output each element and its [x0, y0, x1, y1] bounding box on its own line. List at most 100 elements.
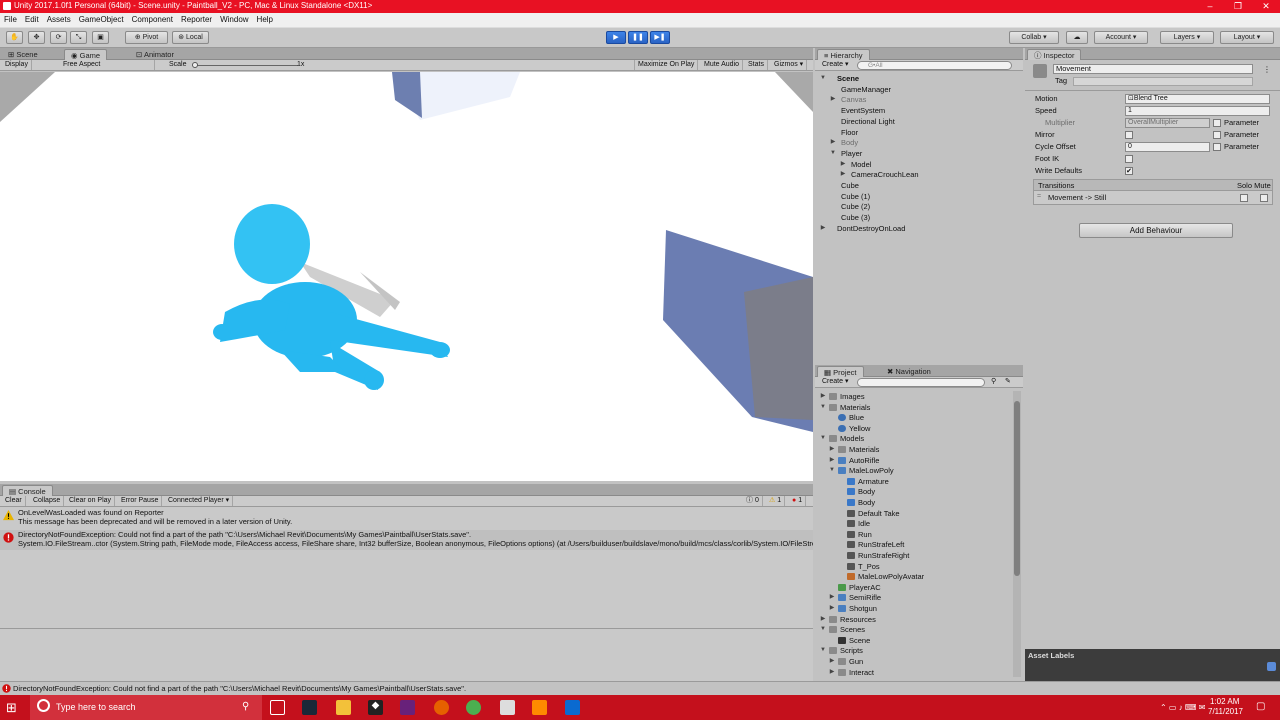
rotate-tool-icon[interactable]: ⟳ — [50, 31, 67, 44]
project-item[interactable]: Run — [815, 529, 1013, 540]
expand-arrow-icon[interactable]: ▶ — [829, 137, 837, 148]
clear-on-play-toggle[interactable]: Clear on Play — [66, 496, 116, 506]
motion-field[interactable]: ⊡Blend Tree — [1125, 94, 1270, 104]
tab-scene[interactable]: ⊞ Scene — [2, 49, 44, 60]
expand-arrow-icon[interactable]: ▶ — [828, 455, 836, 466]
project-item[interactable]: ▶ Images — [815, 391, 1013, 402]
tag-field[interactable] — [1073, 77, 1253, 86]
aspect-dropdown[interactable]: Free Aspect — [60, 60, 155, 70]
console-entry-warning[interactable]: OnLevelWasLoaded was found on Reporter T… — [0, 508, 813, 528]
project-scrollbar-thumb[interactable] — [1014, 401, 1020, 576]
expand-arrow-icon[interactable]: ▶ — [828, 667, 836, 678]
project-item[interactable]: T_Pos — [815, 561, 1013, 572]
project-item[interactable]: ▶ Resources — [815, 614, 1013, 625]
menu-window[interactable]: Window — [216, 13, 252, 24]
project-item[interactable]: ▶ Gun — [815, 656, 1013, 667]
hierarchy-item[interactable]: Cube — [815, 180, 1023, 191]
menu-gameobject[interactable]: GameObject — [75, 13, 128, 24]
hierarchy-item[interactable]: ▶ DontDestroyOnLoad — [815, 223, 1023, 234]
hierarchy-item[interactable]: ▶ Canvas — [815, 94, 1023, 105]
gizmos-dropdown[interactable]: Gizmos ▾ — [771, 60, 808, 70]
microphone-icon[interactable]: ⚲ — [242, 701, 249, 712]
console-divider[interactable] — [0, 628, 813, 629]
pivot-button[interactable]: ⊕ Pivot — [125, 31, 168, 44]
visual-studio-icon[interactable] — [400, 700, 415, 715]
tab-hierarchy[interactable]: ≡ Hierarchy — [817, 49, 870, 60]
expand-arrow-icon[interactable]: ▶ — [828, 592, 836, 603]
project-item[interactable]: Scene — [815, 635, 1013, 646]
status-bar[interactable]: DirectoryNotFoundException: Could not fi… — [0, 681, 1280, 695]
expand-arrow-icon[interactable]: ▼ — [819, 624, 827, 635]
expand-arrow-icon[interactable]: ▶ — [819, 223, 827, 234]
project-item[interactable]: ▶ AutoRifle — [815, 455, 1013, 466]
hierarchy-item[interactable]: ▼ Player — [815, 148, 1023, 159]
system-tray-icons[interactable]: ⌃ ▭ ♪ ⌨ ✉ — [1160, 703, 1205, 712]
windows-start-icon[interactable]: ⊞ — [6, 700, 21, 715]
project-item[interactable]: ▶ Materials — [815, 444, 1013, 455]
project-item[interactable]: ▼ MaleLowPoly — [815, 465, 1013, 476]
hierarchy-create-dropdown[interactable]: Create ▾ — [819, 60, 851, 70]
game-viewport[interactable] — [0, 72, 813, 481]
play-button[interactable]: ▶ — [606, 31, 626, 44]
project-item[interactable]: Body — [815, 486, 1013, 497]
step-button[interactable]: ▶❚ — [650, 31, 670, 44]
tab-animator[interactable]: ⊡ Animator — [130, 49, 180, 60]
project-item[interactable]: ▶ Shotgun — [815, 603, 1013, 614]
mute-audio-toggle[interactable]: Mute Audio — [701, 60, 744, 70]
log-count-toggle[interactable]: ⓘ 0 — [743, 496, 763, 506]
hierarchy-item[interactable]: Directional Light — [815, 116, 1023, 127]
hierarchy-item[interactable]: Cube (1) — [815, 191, 1023, 202]
scale-tool-icon[interactable]: ⤡ — [70, 31, 87, 44]
project-item[interactable]: PlayerAC — [815, 582, 1013, 593]
hierarchy-item[interactable]: Cube (2) — [815, 201, 1023, 212]
project-item[interactable]: MaleLowPolyAvatar — [815, 571, 1013, 582]
tab-game[interactable]: ◉ Game — [64, 49, 108, 60]
hierarchy-item[interactable]: GameManager — [815, 84, 1023, 95]
expand-arrow-icon[interactable]: ▼ — [819, 645, 827, 656]
collab-button[interactable]: Collab ▾ — [1009, 31, 1059, 44]
maximize-on-play-toggle[interactable]: Maximize On Play — [634, 60, 699, 70]
unity-icon[interactable]: ◆ — [368, 700, 383, 715]
expand-arrow-icon[interactable]: ▼ — [829, 148, 837, 159]
blender-icon[interactable] — [532, 700, 547, 715]
expand-arrow-icon[interactable]: ▼ — [819, 402, 827, 413]
speed-field[interactable]: 1 — [1125, 106, 1270, 116]
error-pause-toggle[interactable]: Error Pause — [118, 496, 163, 506]
label-tag-icon[interactable] — [1267, 662, 1276, 671]
scale-slider[interactable] — [193, 65, 298, 66]
project-item[interactable]: Idle — [815, 518, 1013, 529]
solo-checkbox[interactable] — [1240, 194, 1248, 202]
project-create-dropdown[interactable]: Create ▾ — [819, 377, 851, 387]
write-defaults-checkbox[interactable]: ✔ — [1125, 167, 1133, 175]
expand-arrow-icon[interactable]: ▶ — [829, 94, 837, 105]
firefox-icon[interactable] — [434, 700, 449, 715]
project-search-input[interactable] — [857, 378, 985, 387]
local-button[interactable]: ⊛ Local — [172, 31, 209, 44]
taskbar-search-box[interactable]: Type here to search ⚲ — [30, 695, 262, 720]
drag-handle-icon[interactable]: = — [1037, 193, 1041, 200]
multiplier-parameter-checkbox[interactable] — [1213, 119, 1221, 127]
chrome-icon[interactable] — [466, 700, 481, 715]
expand-arrow-icon[interactable]: ▶ — [828, 603, 836, 614]
cycle-offset-field[interactable]: 0 — [1125, 142, 1210, 152]
project-item[interactable]: Body — [815, 497, 1013, 508]
close-button[interactable]: ✕ — [1252, 0, 1280, 13]
menu-reporter[interactable]: Reporter — [177, 13, 216, 24]
project-item[interactable]: Blue — [815, 412, 1013, 423]
stats-toggle[interactable]: Stats — [745, 60, 768, 70]
project-item[interactable]: RunStrafeLeft — [815, 539, 1013, 550]
scale-slider-handle[interactable] — [192, 62, 198, 68]
tab-inspector[interactable]: ⓘ Inspector — [1027, 49, 1082, 60]
project-item[interactable]: Default Take — [815, 508, 1013, 519]
menu-edit[interactable]: Edit — [21, 13, 43, 24]
mirror-checkbox[interactable] — [1125, 131, 1133, 139]
notifications-icon[interactable]: ▢ — [1256, 701, 1265, 712]
expand-arrow-icon[interactable]: ▶ — [828, 444, 836, 455]
project-item[interactable]: ▶ SemiRifle — [815, 592, 1013, 603]
filter-type-icon[interactable]: ⚲ — [991, 377, 996, 387]
menu-help[interactable]: Help — [253, 13, 277, 24]
state-name-field[interactable]: Movement — [1053, 64, 1253, 74]
settings-gear-icon[interactable]: ⋮ — [1263, 65, 1271, 74]
multiplier-dropdown[interactable]: OverallMultiplier — [1125, 118, 1210, 128]
steam-icon[interactable] — [302, 700, 317, 715]
